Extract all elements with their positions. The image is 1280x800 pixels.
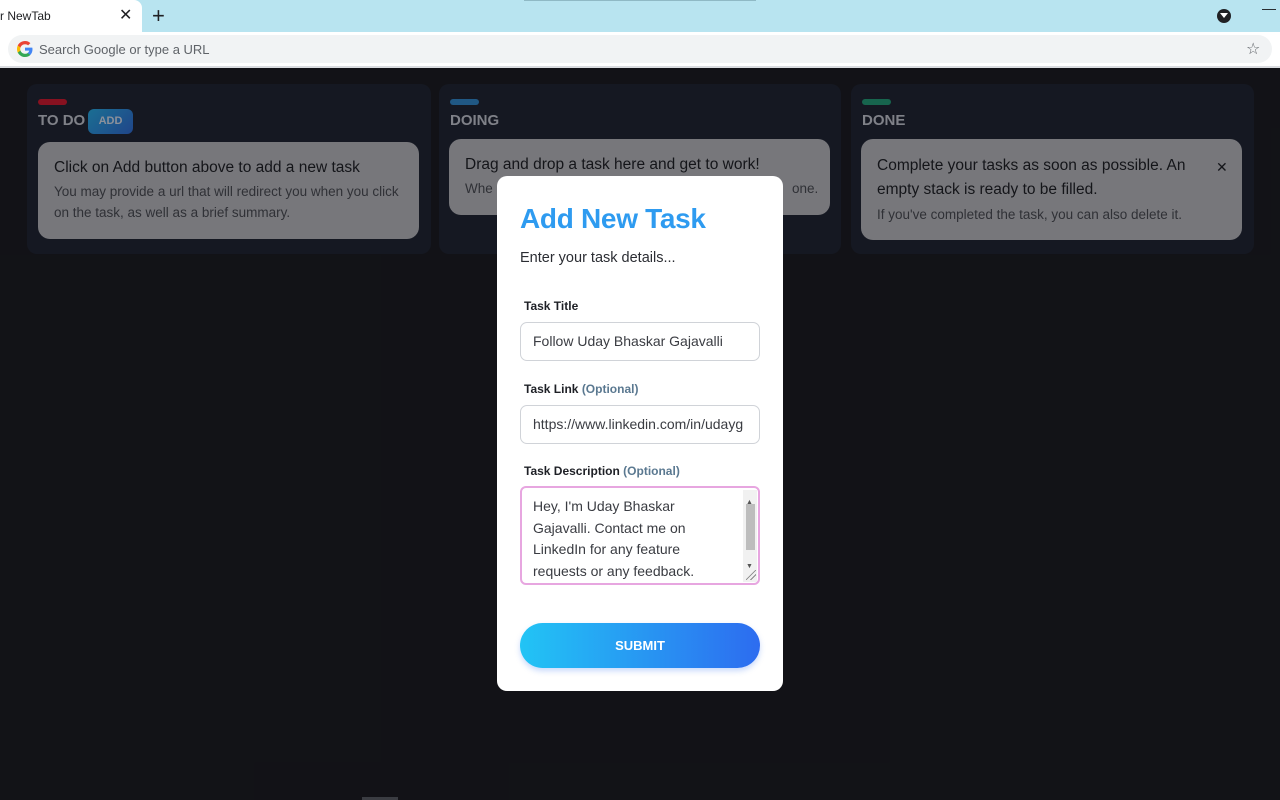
task-description-label: Task Description (Optional)	[524, 464, 680, 478]
plus-icon[interactable]: +	[152, 4, 165, 28]
modal-subtitle: Enter your task details...	[520, 250, 676, 266]
minimize-button[interactable]: —	[1262, 0, 1276, 16]
add-task-modal: Add New Task Enter your task details... …	[497, 176, 783, 691]
resize-grip-icon[interactable]	[746, 570, 756, 580]
modal-title: Add New Task	[520, 203, 706, 234]
omnibox[interactable]: Search Google or type a URL ☆	[8, 35, 1272, 63]
task-link-label: Task Link (Optional)	[524, 382, 639, 396]
close-icon[interactable]: ✕	[119, 7, 132, 25]
browser-toolbar: Search Google or type a URL ☆	[0, 32, 1280, 66]
omnibox-placeholder: Search Google or type a URL	[39, 42, 210, 57]
window-top-line	[524, 0, 756, 1]
submit-button[interactable]: SUBMIT	[520, 623, 760, 668]
task-description-textarea[interactable]: Hey, I'm Uday Bhaskar Gajavalli. Contact…	[520, 486, 760, 585]
active-tab[interactable]: r NewTab ✕	[0, 0, 142, 32]
textarea-scrollbar[interactable]: ▲ ▼	[743, 490, 757, 582]
tab-search-icon[interactable]	[1217, 9, 1231, 23]
star-icon[interactable]: ☆	[1246, 39, 1260, 59]
task-description-text: Hey, I'm Uday Bhaskar Gajavalli. Contact…	[533, 498, 695, 579]
scrollbar-thumb[interactable]	[746, 504, 755, 550]
tab-title: r NewTab	[0, 9, 51, 23]
google-g-icon	[17, 41, 33, 57]
task-title-input[interactable]: Follow Uday Bhaskar Gajavalli	[520, 322, 760, 361]
task-link-input[interactable]: https://www.linkedin.com/in/udayg	[520, 405, 760, 444]
task-title-label: Task Title	[524, 299, 579, 313]
tab-strip: r NewTab ✕ + —	[0, 0, 1280, 32]
